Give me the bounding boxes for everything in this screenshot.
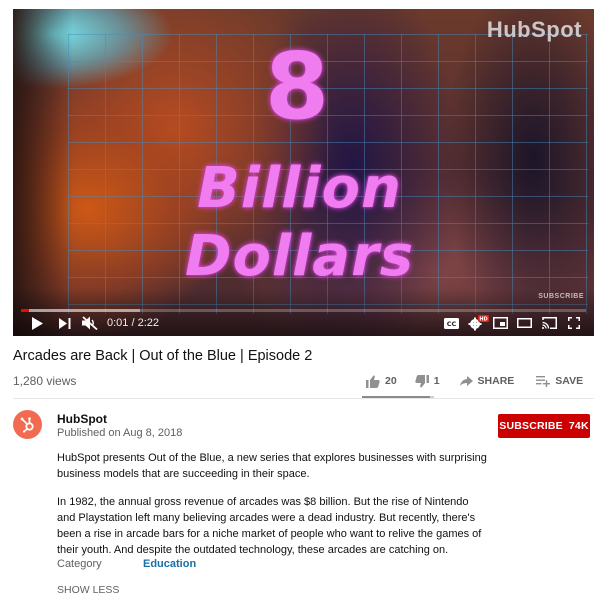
video-actions: 20 1 SHARE SAVE ••• xyxy=(362,372,594,390)
share-button[interactable]: SHARE xyxy=(459,375,515,387)
playlist-add-icon xyxy=(536,375,551,387)
hubspot-sprocket-icon xyxy=(20,417,34,433)
publish-date: Published on Aug 8, 2018 xyxy=(57,427,183,439)
channel-avatar[interactable] xyxy=(13,410,42,439)
duration: 2:22 xyxy=(137,317,160,329)
subscriber-count: 74K xyxy=(568,420,589,432)
cast-button[interactable] xyxy=(540,315,558,331)
time-separator: / xyxy=(128,317,138,329)
brand-watermark[interactable]: HubSpot xyxy=(487,17,582,43)
captions-button[interactable]: CC xyxy=(443,315,459,331)
video-title: Arcades are Back | Out of the Blue | Epi… xyxy=(13,348,313,364)
like-count: 20 xyxy=(385,375,397,387)
progress-buffered xyxy=(21,309,140,312)
play-icon xyxy=(32,316,43,330)
video-overlay-number: 8 xyxy=(264,33,330,140)
play-button[interactable] xyxy=(29,315,45,331)
save-button[interactable]: SAVE xyxy=(536,375,583,387)
category-link[interactable]: Education xyxy=(143,558,196,570)
save-label: SAVE xyxy=(555,375,584,387)
subscribe-label: SUBSCRIBE xyxy=(499,420,563,432)
theater-mode-icon xyxy=(516,318,532,328)
description-paragraph-2: In 1982, the annual gross revenue of arc… xyxy=(57,494,487,558)
share-label: SHARE xyxy=(477,375,515,387)
fullscreen-button[interactable] xyxy=(565,315,583,331)
share-arrow-icon xyxy=(459,376,473,386)
time-display: 0:01 / 2:22 xyxy=(107,317,159,329)
progress-bar[interactable] xyxy=(21,309,586,312)
svg-text:CC: CC xyxy=(446,320,456,328)
video-player[interactable]: 8 Billion Dollars HubSpot SUBSCRIBE 0:01… xyxy=(13,9,594,336)
channel-name[interactable]: HubSpot xyxy=(57,412,107,426)
current-time: 0:01 xyxy=(107,317,129,329)
captions-icon: CC xyxy=(443,317,459,329)
settings-gear-icon: HD xyxy=(468,315,489,331)
video-overlay-billion: Billion xyxy=(197,156,402,221)
description-text-2: In 1982, the annual gross revenue of arc… xyxy=(57,496,482,556)
thumbs-up-icon xyxy=(366,374,380,388)
settings-button[interactable]: HD xyxy=(468,315,490,331)
subscribe-button[interactable]: SUBSCRIBE 74K xyxy=(498,414,590,438)
section-divider xyxy=(13,398,594,399)
video-overlay-dollars: Dollars xyxy=(184,224,415,289)
next-icon xyxy=(59,317,71,329)
description-text-1: HubSpot presents Out of the Blue, a new … xyxy=(57,452,487,480)
next-button[interactable] xyxy=(57,315,73,331)
description-paragraph-1: HubSpot presents Out of the Blue, a new … xyxy=(57,450,487,482)
like-button[interactable]: 20 xyxy=(366,374,397,388)
miniplayer-button[interactable] xyxy=(491,315,509,331)
volume-muted-icon xyxy=(82,316,98,330)
cast-icon xyxy=(541,317,557,329)
dislike-count: 1 xyxy=(433,375,440,387)
category-label: Category xyxy=(57,558,102,570)
fullscreen-icon xyxy=(568,317,580,329)
settings-hd-badge: HD xyxy=(479,317,487,323)
miniplayer-icon xyxy=(492,317,508,329)
mute-button[interactable] xyxy=(81,315,99,331)
category-row: Category Education xyxy=(57,558,196,570)
progress-played xyxy=(21,309,29,312)
dislike-button[interactable]: 1 xyxy=(415,374,440,388)
show-less-button[interactable]: SHOW LESS xyxy=(57,584,119,596)
view-count: 1,280 views xyxy=(13,374,77,388)
thumbs-down-icon xyxy=(415,374,429,388)
theater-mode-button[interactable] xyxy=(515,315,533,331)
